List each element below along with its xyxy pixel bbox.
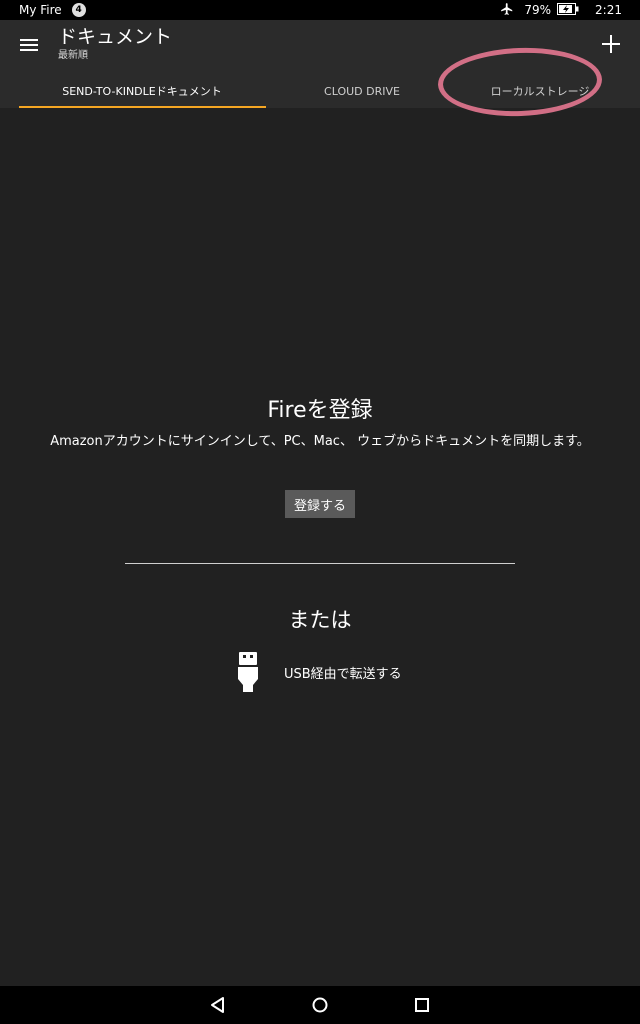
battery-percentage: 79% [524,3,552,17]
register-heading: Fireを登録 [267,398,373,423]
register-button[interactable]: 登録する [285,490,355,518]
menu-line [20,39,38,41]
usb-icon [237,652,259,692]
tab-cloud-drive[interactable]: CLOUD DRIVE [284,74,440,108]
status-bar: My Fire 4 79% 2:21 [0,0,640,20]
main-content: Fireを登録 Amazonアカウントにサインインして、PC、Mac、 ウェブか… [0,108,640,986]
screen: My Fire 4 79% 2:21 ドキュメント 最新順 SEND-TO-KI… [0,0,640,1024]
status-left: My Fire 4 [19,3,86,17]
register-description: Amazonアカウントにサインインして、PC、Mac、 ウェブからドキュメントを… [50,434,590,449]
page-title: ドキュメント [58,26,173,48]
home-icon[interactable] [311,996,329,1014]
recents-icon[interactable] [413,996,431,1014]
usb-transfer-option[interactable]: USB経由で転送する [237,652,402,692]
battery-charging-icon [557,2,579,18]
airplane-icon [500,2,514,19]
navigation-bar [0,986,640,1024]
device-name: My Fire [19,3,62,17]
tab-label: CLOUD DRIVE [324,84,400,98]
tab-send-to-kindle[interactable]: SEND-TO-KINDLEドキュメント [0,74,284,108]
divider [125,563,515,564]
status-right: 79% 2:21 [500,2,622,19]
menu-line [20,49,38,51]
hamburger-menu-icon[interactable] [20,36,38,54]
back-icon[interactable] [209,996,227,1014]
tab-label: SEND-TO-KINDLEドキュメント [62,85,222,98]
notification-badge: 4 [71,3,86,17]
title-block: ドキュメント 最新順 [58,25,172,63]
menu-line [20,44,38,46]
or-text: または [288,608,352,632]
clock: 2:21 [595,3,622,17]
sort-order-label[interactable]: 最新順 [58,49,172,63]
plus-icon[interactable] [602,35,620,53]
usb-transfer-label: USB経由で転送する [284,666,402,682]
